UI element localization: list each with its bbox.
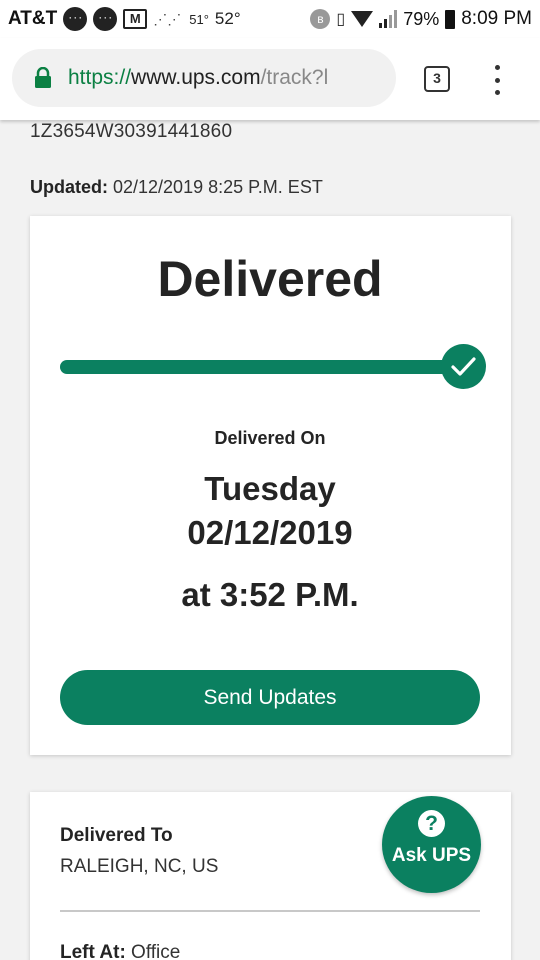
temperature-small: 51°	[189, 11, 209, 27]
address-bar[interactable]: https://www.ups.com/track?l	[12, 49, 396, 107]
check-icon	[441, 344, 486, 389]
delivered-time: at 3:52 P.M.	[181, 576, 359, 613]
delivered-date: 02/12/2019	[187, 514, 353, 551]
ask-ups-label: Ask UPS	[391, 845, 472, 866]
left-at: Left At: Office	[60, 942, 180, 960]
system-icons: ʙ ▯ 79% 8:09 PM	[310, 8, 532, 30]
url-path: /track?l	[260, 66, 329, 89]
delivery-status-title: Delivered	[157, 251, 383, 307]
send-updates-button[interactable]: Send Updates	[60, 670, 480, 725]
status-bar: AT&T M ⋰⋰ 51° 52° ʙ ▯ 79% 8:09 PM	[0, 0, 540, 38]
carrier-label: AT&T	[8, 8, 58, 29]
delivered-to-value: RALEIGH, NC, US	[60, 856, 219, 877]
tab-switcher-button[interactable]: 3	[424, 66, 450, 92]
updated-label: Updated:	[30, 177, 108, 197]
weather-icon: ⋰⋰	[153, 10, 182, 27]
battery-percent: 79%	[403, 8, 440, 29]
overflow-menu-icon[interactable]	[493, 65, 501, 95]
battery-icon	[445, 9, 456, 29]
delivery-progress-bar	[60, 360, 468, 374]
url-host: www.ups.com	[131, 66, 261, 89]
lock-icon	[35, 67, 51, 88]
delivered-on-label: Delivered On	[214, 428, 326, 448]
temperature-large: 52°	[214, 9, 241, 28]
wifi-icon	[351, 11, 374, 27]
vibrate-icon: ▯	[336, 11, 346, 28]
signal-icon	[379, 10, 398, 28]
left-at-label: Left At:	[60, 942, 126, 960]
updated-value: 02/12/2019 8:25 P.M. EST	[108, 177, 323, 197]
chat-bubble-icon	[93, 7, 118, 31]
updated-timestamp: Updated: 02/12/2019 8:25 P.M. EST	[30, 177, 323, 198]
gmail-icon: M	[123, 9, 148, 29]
bluetooth-icon: ʙ	[310, 9, 331, 29]
help-icon: ?	[418, 810, 445, 837]
tracking-number: 1Z3654W30391441860	[30, 121, 233, 142]
delivered-day: Tuesday	[204, 470, 336, 507]
divider	[60, 910, 480, 912]
delivered-to-label: Delivered To	[60, 825, 173, 846]
url-scheme: https://	[68, 66, 132, 89]
browser-toolbar: https://www.ups.com/track?l 3	[0, 38, 540, 120]
chat-bubble-icon	[63, 7, 88, 31]
clock: 8:09 PM	[461, 8, 532, 29]
left-at-value: Office	[125, 942, 181, 960]
ask-ups-button[interactable]: ? Ask UPS	[382, 796, 481, 893]
notification-icons: M ⋰⋰ 51° 52°	[63, 7, 241, 31]
